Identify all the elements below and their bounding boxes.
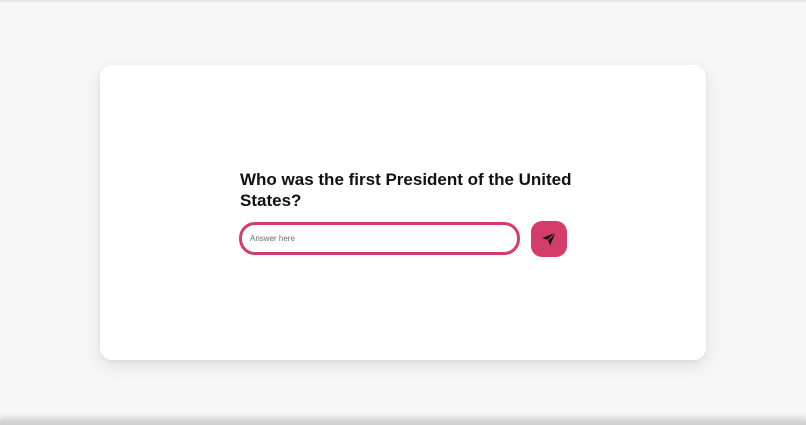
answer-input[interactable] (239, 222, 520, 255)
bottom-edge (0, 420, 806, 425)
quiz-card: Who was the first President of the Unite… (100, 65, 706, 360)
send-icon (541, 231, 557, 247)
question-text: Who was the first President of the Unite… (240, 170, 572, 210)
submit-answer-button[interactable] (531, 221, 567, 257)
window-top-border (0, 0, 806, 2)
